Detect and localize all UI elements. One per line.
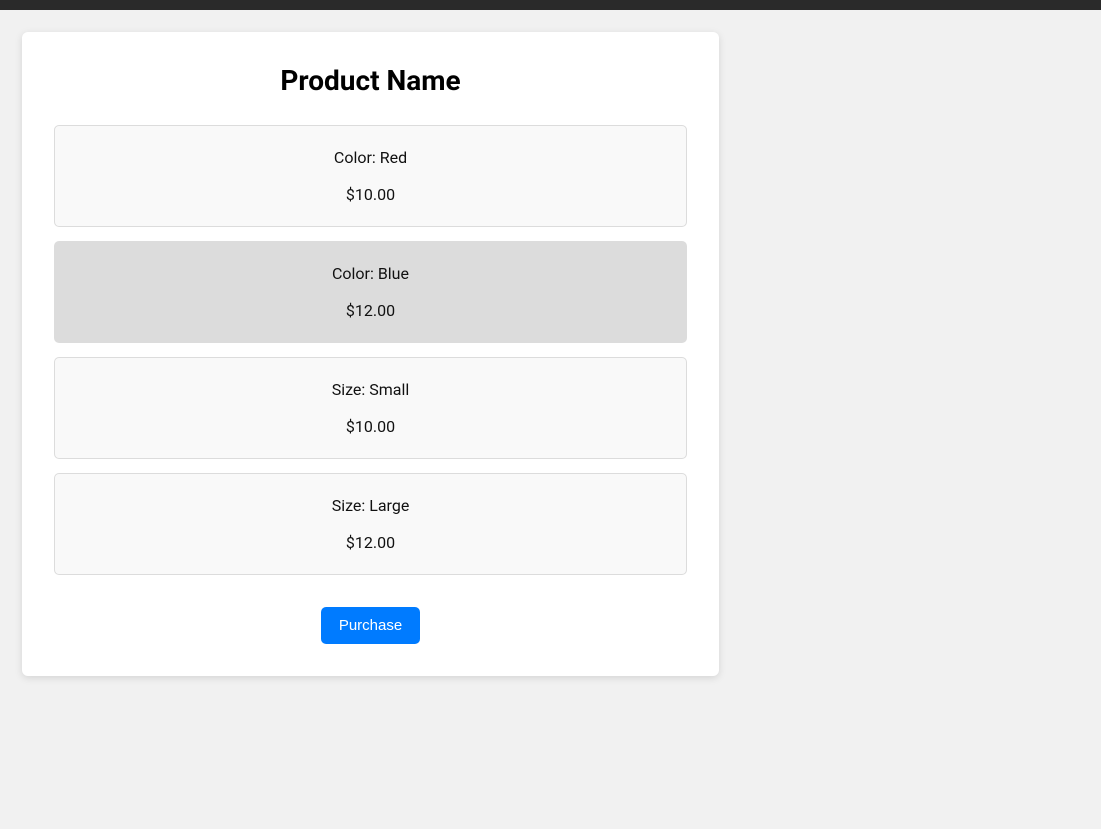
option-label: Color: Blue	[71, 264, 670, 283]
purchase-button[interactable]: Purchase	[321, 607, 420, 644]
product-title: Product Name	[54, 64, 687, 97]
option-label: Size: Small	[71, 380, 670, 399]
option-card-color-blue[interactable]: Color: Blue $12.00	[54, 241, 687, 343]
option-list: Color: Red $10.00 Color: Blue $12.00 Siz…	[54, 125, 687, 575]
option-card-size-small[interactable]: Size: Small $10.00	[54, 357, 687, 459]
product-card: Product Name Color: Red $10.00 Color: Bl…	[22, 32, 719, 676]
option-price: $12.00	[71, 301, 670, 320]
browser-top-bar	[0, 0, 1101, 10]
option-card-color-red[interactable]: Color: Red $10.00	[54, 125, 687, 227]
option-label: Color: Red	[71, 148, 670, 167]
option-price: $10.00	[71, 185, 670, 204]
option-label: Size: Large	[71, 496, 670, 515]
option-price: $10.00	[71, 417, 670, 436]
option-price: $12.00	[71, 533, 670, 552]
option-card-size-large[interactable]: Size: Large $12.00	[54, 473, 687, 575]
